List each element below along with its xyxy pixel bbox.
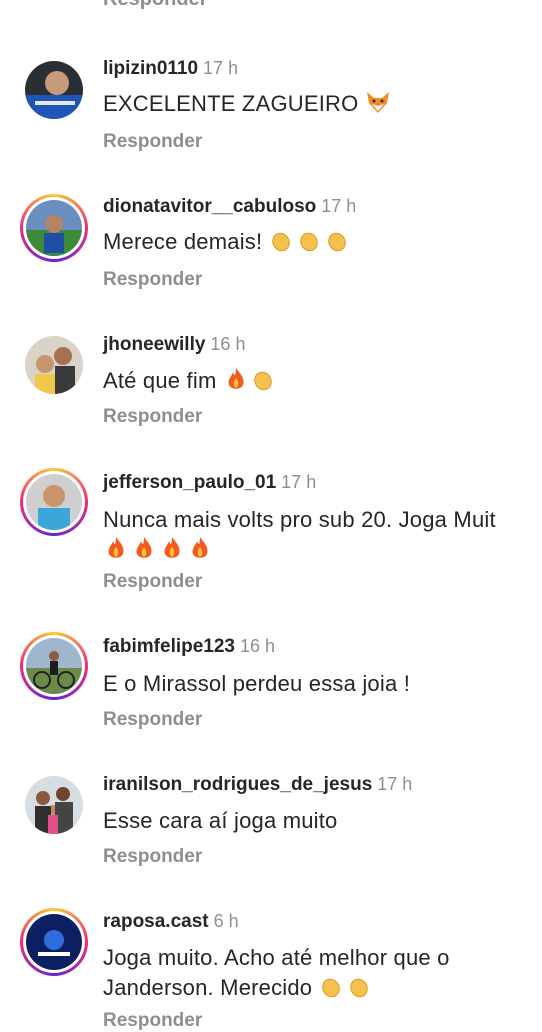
clapping-hands-icon xyxy=(319,973,375,1007)
comment-text: EXCELENTE ZAGUEIRO xyxy=(103,89,542,123)
clapping-hands-icon xyxy=(269,227,353,261)
reply-button[interactable]: Responder xyxy=(103,709,202,731)
avatar[interactable] xyxy=(20,331,88,399)
comment-text: Nunca mais volts pro sub 20. Joga Muit xyxy=(103,505,542,571)
reply-button[interactable]: Responder xyxy=(103,1010,202,1032)
timestamp: 16 h xyxy=(210,334,246,354)
timestamp: 6 h xyxy=(213,911,239,931)
username[interactable]: iranilson_rodrigues_de_jesus xyxy=(103,774,372,795)
comment-text: E o Mirassol perdeu essa joia ! xyxy=(103,671,411,696)
timestamp: 17 h xyxy=(203,58,239,78)
avatar[interactable] xyxy=(20,468,88,536)
timestamp: 17 h xyxy=(281,472,317,492)
comment-text: Esse cara aí joga muito xyxy=(103,808,338,833)
comment-text: Até que fim xyxy=(103,366,542,400)
comment-text: Joga muito. Acho até melhor que o Jander… xyxy=(103,943,523,1007)
reply-button[interactable]: Responder xyxy=(103,131,202,153)
timestamp: 16 h xyxy=(240,636,276,656)
fire-icon xyxy=(103,535,215,571)
timestamp: 17 h xyxy=(377,774,413,794)
avatar[interactable] xyxy=(20,771,88,839)
fire-clap-icon xyxy=(223,366,279,400)
avatar[interactable] xyxy=(20,908,88,976)
reply-button[interactable]: Responder xyxy=(103,0,207,11)
reply-button[interactable]: Responder xyxy=(103,846,202,868)
timestamp: 17 h xyxy=(321,196,357,216)
reply-button[interactable]: Responder xyxy=(103,269,202,291)
username[interactable]: raposa.cast xyxy=(103,911,209,932)
username[interactable]: jefferson_paulo_01 xyxy=(103,472,276,493)
comment-text: Merece demais! xyxy=(103,227,542,261)
reply-button[interactable]: Responder xyxy=(103,571,202,593)
avatar[interactable] xyxy=(20,56,88,124)
username[interactable]: fabimfelipe123 xyxy=(103,636,235,657)
username[interactable]: jhoneewilly xyxy=(103,334,205,355)
avatar[interactable] xyxy=(20,632,88,700)
username[interactable]: dionatavitor__cabuloso xyxy=(103,196,316,217)
username[interactable]: lipizin0110 xyxy=(103,58,198,79)
avatar[interactable] xyxy=(20,194,88,262)
fox-icon xyxy=(365,89,391,123)
reply-button[interactable]: Responder xyxy=(103,406,202,428)
